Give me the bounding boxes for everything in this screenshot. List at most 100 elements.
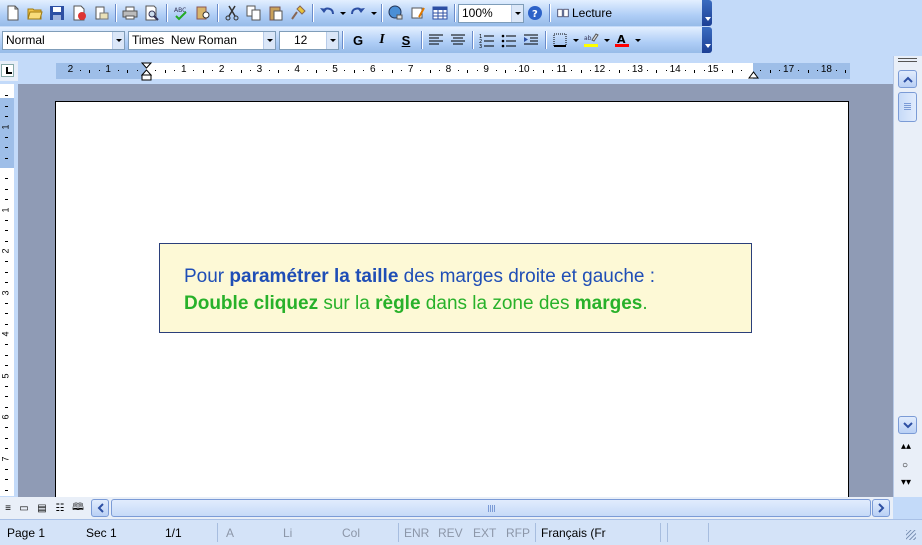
zoom-combo[interactable]: 100% <box>458 3 524 23</box>
spelling-icon[interactable]: ABC <box>170 2 192 24</box>
horizontal-scroll-thumb[interactable] <box>111 499 871 517</box>
vertical-scroll-thumb[interactable] <box>898 92 917 122</box>
email-icon[interactable] <box>90 2 112 24</box>
vertical-scrollbar[interactable]: ▴▴ ○ ▾▾ <box>893 56 922 497</box>
indent-icon[interactable] <box>520 29 542 51</box>
ruler-tick <box>769 70 771 73</box>
status-record-macro[interactable]: ENR <box>404 526 429 540</box>
align-left-icon[interactable] <box>425 29 447 51</box>
copy-icon[interactable] <box>243 2 265 24</box>
horizontal-ruler[interactable]: 2 1 1 2 3 4 5 6 7 8 9 10 11 12 13 14 15 17 18 <box>56 62 850 82</box>
scroll-right-button[interactable] <box>872 499 890 517</box>
permission-icon[interactable] <box>68 2 90 24</box>
hyperlink-icon[interactable] <box>385 2 407 24</box>
font-color-dropdown[interactable] <box>633 29 642 51</box>
horizontal-scrollbar[interactable]: ≡ ▭ ▤ ☷ 🕮 <box>0 497 893 519</box>
normal-view-icon[interactable]: ≡ <box>1 501 15 515</box>
chevron-down-icon[interactable] <box>326 31 338 49</box>
status-extend[interactable]: EXT <box>473 526 496 540</box>
ruler-tick <box>164 70 166 73</box>
vertical-ruler[interactable]: 1 1 2 3 4 5 6 7 <box>0 84 14 496</box>
style-combo[interactable]: Normal <box>2 30 125 50</box>
redo-icon[interactable] <box>347 2 369 24</box>
next-page-icon[interactable]: ▾▾ <box>901 477 911 488</box>
previous-page-icon[interactable]: ▴▴ <box>901 441 911 452</box>
toolbar-options-grip[interactable] <box>702 27 712 53</box>
toolbar-options-grip[interactable] <box>702 0 712 26</box>
ruler-number: 9 <box>483 64 489 75</box>
format-painter-icon[interactable] <box>287 2 309 24</box>
bold-button[interactable]: G <box>346 29 370 51</box>
ruler-tick <box>231 70 233 71</box>
ruler-tick <box>609 70 611 71</box>
status-language[interactable]: Français (Fr <box>541 526 606 540</box>
scroll-up-button[interactable] <box>898 70 917 88</box>
font-combo[interactable]: Times New Roman <box>128 30 276 50</box>
ruler-tick <box>136 70 138 71</box>
toolbar-separator <box>166 4 167 22</box>
italic-button[interactable]: I <box>370 29 394 51</box>
highlight-icon[interactable]: ab <box>580 29 602 51</box>
text-run: des marges droite et gauche : <box>398 266 656 287</box>
document-page[interactable]: Pour paramétrer la taille des marges dro… <box>55 101 849 497</box>
chevron-down-icon[interactable] <box>263 31 275 49</box>
font-size-combo[interactable]: 12 <box>279 30 339 50</box>
align-center-icon[interactable] <box>447 29 469 51</box>
reading-view-icon[interactable]: 🕮 <box>71 501 85 515</box>
vruler-tick <box>5 437 8 439</box>
ruler-tick <box>325 70 327 71</box>
new-document-icon[interactable] <box>2 2 24 24</box>
reading-layout-button[interactable]: Lecture <box>553 2 616 24</box>
cut-icon[interactable] <box>221 2 243 24</box>
undo-dropdown[interactable] <box>338 2 347 24</box>
resize-grip-icon[interactable] <box>906 530 916 540</box>
paste-icon[interactable] <box>265 2 287 24</box>
ruler-number: 3 <box>256 64 263 75</box>
redo-dropdown[interactable] <box>369 2 378 24</box>
open-folder-icon[interactable] <box>24 2 46 24</box>
font-color-icon[interactable]: A <box>611 29 633 51</box>
scroll-left-button[interactable] <box>91 499 109 517</box>
borders-dropdown[interactable] <box>571 29 580 51</box>
insert-table-icon[interactable] <box>429 2 451 24</box>
ruler-number: 4 <box>294 64 300 75</box>
ruler-tick <box>212 70 214 71</box>
tab-selector-icon[interactable] <box>1 64 14 77</box>
status-separator <box>708 523 709 542</box>
underline-button[interactable]: S <box>394 29 418 51</box>
web-layout-icon[interactable]: ▭ <box>17 501 31 515</box>
status-separator <box>667 523 668 542</box>
outline-view-icon[interactable]: ☷ <box>53 501 67 515</box>
vruler-tick <box>5 344 8 346</box>
ruler-tick <box>420 70 422 71</box>
left-indent-marker[interactable] <box>141 62 152 82</box>
print-preview-icon[interactable] <box>141 2 163 24</box>
vruler-tick <box>5 261 8 263</box>
bulleted-list-icon[interactable] <box>498 29 520 51</box>
tables-borders-icon[interactable] <box>407 2 429 24</box>
undo-icon[interactable] <box>316 2 338 24</box>
chevron-down-icon[interactable] <box>511 4 523 22</box>
status-track-changes[interactable]: REV <box>438 526 463 540</box>
chevron-down-icon[interactable] <box>112 31 124 49</box>
vruler-tick <box>5 178 8 180</box>
status-overtype[interactable]: RFP <box>506 526 530 540</box>
split-box[interactable] <box>898 58 917 62</box>
ruler-tick <box>344 70 346 71</box>
help-icon[interactable]: ? <box>524 2 546 24</box>
numbered-list-icon[interactable]: 123 <box>476 29 498 51</box>
highlight-dropdown[interactable] <box>602 29 611 51</box>
print-layout-icon[interactable]: ▤ <box>35 501 49 515</box>
save-icon[interactable] <box>46 2 68 24</box>
right-indent-marker[interactable] <box>748 70 759 80</box>
vruler-tick <box>5 157 8 159</box>
scroll-down-button[interactable] <box>898 416 917 434</box>
vruler-tick <box>5 354 8 356</box>
ruler-tick <box>618 70 620 73</box>
borders-icon[interactable] <box>549 29 571 51</box>
print-icon[interactable] <box>119 2 141 24</box>
research-icon[interactable] <box>192 2 214 24</box>
right-margin-zone[interactable] <box>753 63 850 79</box>
vruler-tick <box>5 489 8 491</box>
select-browse-object-icon[interactable]: ○ <box>902 460 908 471</box>
